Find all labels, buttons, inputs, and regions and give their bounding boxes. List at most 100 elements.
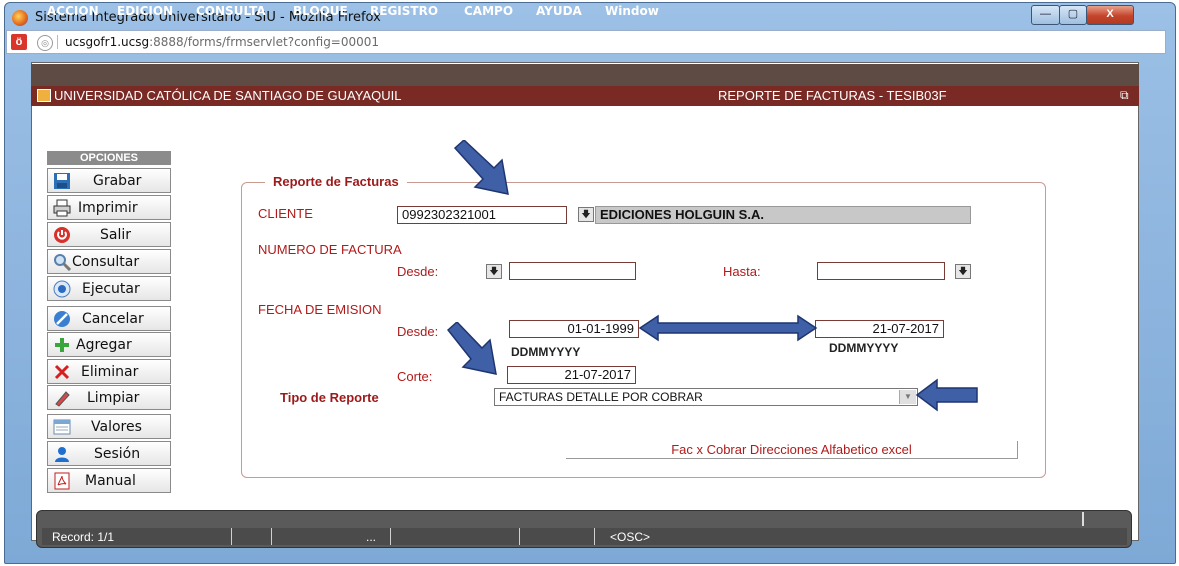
list-values-icon <box>53 419 71 435</box>
fecha-emision-label: FECHA DE EMISION <box>258 302 382 317</box>
maximize-button[interactable]: ▢ <box>1059 5 1087 25</box>
page-icon: ö <box>11 34 27 50</box>
menu-ayuda[interactable]: AYUDA <box>536 4 582 18</box>
ejecutar-label: Ejecutar <box>82 281 140 297</box>
numero-factura-label: NUMERO DE FACTURA <box>258 242 402 257</box>
fecha-desde-label: Desde: <box>397 324 439 339</box>
record-indicator: Record: 1/1 <box>52 530 115 544</box>
eraser-icon <box>55 391 70 407</box>
annotation-arrow-cliente-icon <box>453 140 509 195</box>
manual-label: Manual <box>85 473 136 489</box>
eliminar-button[interactable]: Eliminar <box>47 359 171 384</box>
university-name: UNIVERSIDAD CATÓLICA DE SANTIAGO DE GUAY… <box>54 88 402 103</box>
annotation-double-arrow-icon <box>638 314 818 342</box>
cancelar-button[interactable]: Cancelar <box>47 306 171 331</box>
cliente-label: CLIENTE <box>258 206 313 221</box>
power-icon <box>54 227 70 243</box>
menu-window[interactable]: Window <box>605 4 659 18</box>
pdf-icon <box>54 472 70 490</box>
close-button[interactable]: X <box>1086 5 1134 25</box>
menu-bloque[interactable]: BLOQUE <box>293 4 348 18</box>
cliente-name-field: EDICIONES HOLGUIN S.A. <box>595 206 971 224</box>
numero-hasta-field[interactable] <box>817 262 945 280</box>
user-icon <box>55 447 69 462</box>
status-separator <box>594 528 595 545</box>
status-separator <box>390 528 391 545</box>
menu-bar <box>31 64 1139 86</box>
group-title: Reporte de Facturas <box>265 174 407 189</box>
cliente-lov-button[interactable]: 🡇 <box>578 207 594 222</box>
save-icon <box>54 173 70 189</box>
fecha-hasta-format: DDMMYYYY <box>829 341 899 355</box>
agregar-label: Agregar <box>76 337 132 353</box>
numero-hasta-label: Hasta: <box>723 264 761 279</box>
numero-desde-label: Desde: <box>397 264 439 279</box>
menu-edicion[interactable]: EDICION <box>117 4 173 18</box>
valores-label: Valores <box>91 419 142 435</box>
numero-desde-field[interactable] <box>509 262 636 280</box>
printer-icon <box>53 199 71 217</box>
imprimir-label: Imprimir <box>78 200 138 216</box>
execute-icon <box>53 280 71 298</box>
url-bar[interactable]: ö ◎ ucsgofr1.ucsg:8888/forms/frmservlet?… <box>6 30 1166 54</box>
sesion-label: Sesión <box>94 446 141 462</box>
ejecutar-button[interactable]: Ejecutar <box>47 276 171 301</box>
menu-registro[interactable]: REGISTRO <box>370 4 438 18</box>
app-icon <box>37 89 51 102</box>
cliente-field[interactable]: 0992302321001 <box>397 206 567 224</box>
minimize-button[interactable]: — <box>1031 5 1060 25</box>
tipo-reporte-label: Tipo de Reporte <box>280 390 379 405</box>
numero-desde-lov-button[interactable]: 🡇 <box>486 264 502 279</box>
magnifier-icon <box>54 254 71 271</box>
status-scroll-indicator <box>1082 512 1084 526</box>
corte-field[interactable]: 21-07-2017 <box>507 366 636 384</box>
menu-consulta[interactable]: CONSULTA <box>196 4 266 18</box>
status-inner <box>42 528 1127 545</box>
firefox-icon <box>12 10 28 26</box>
grabar-label: Grabar <box>93 173 142 189</box>
status-dots: ... <box>366 530 377 544</box>
consultar-button[interactable]: Consultar <box>47 249 171 274</box>
menu-campo[interactable]: CAMPO <box>464 4 513 18</box>
consultar-label: Consultar <box>72 254 140 270</box>
delete-x-icon <box>54 364 70 380</box>
fecha-hasta-field[interactable]: 21-07-2017 <box>815 320 944 338</box>
imprimir-button[interactable]: Imprimir <box>47 195 171 220</box>
corte-label: Corte: <box>397 369 433 384</box>
salir-label: Salir <box>100 227 132 243</box>
url-text[interactable]: ucsgofr1.ucsg:8888/forms/frmservlet?conf… <box>65 35 379 49</box>
manual-button[interactable]: Manual <box>47 468 171 493</box>
status-separator <box>271 528 272 545</box>
url-path: :8888/forms/frmservlet?config=00001 <box>149 35 380 49</box>
options-title: OPCIONES <box>47 151 171 165</box>
cancelar-label: Cancelar <box>82 311 144 327</box>
url-separator <box>57 35 58 49</box>
salir-button[interactable]: Salir <box>47 222 171 247</box>
globe-icon: ◎ <box>37 35 53 51</box>
agregar-button[interactable]: Agregar <box>47 332 171 357</box>
cancel-icon <box>54 311 70 327</box>
chevron-down-icon[interactable]: ▼ <box>899 390 916 404</box>
status-separator <box>231 528 232 545</box>
fecha-desde-format: DDMMYYYY <box>511 345 581 359</box>
grabar-button[interactable]: Grabar <box>47 168 171 193</box>
limpiar-button[interactable]: Limpiar <box>47 385 171 410</box>
menu-accion[interactable]: ACCION <box>47 4 99 18</box>
tipo-reporte-value: FACTURAS DETALLE POR COBRAR <box>499 390 703 404</box>
limpiar-label: Limpiar <box>87 390 140 406</box>
form-title: REPORTE DE FACTURAS - TESIB03F <box>718 88 947 103</box>
osc-indicator: <OSC> <box>610 530 651 544</box>
annotation-arrow-tipo-icon <box>915 378 978 412</box>
fecha-desde-field[interactable]: 01-01-1999 <box>509 320 639 338</box>
fac-cobrar-excel-button[interactable]: Fac x Cobrar Direcciones Alfabetico exce… <box>566 441 1018 459</box>
valores-button[interactable]: Valores <box>47 414 171 439</box>
title-bar: Sistema Integrado Universitario - SIU - … <box>5 3 1175 33</box>
numero-hasta-lov-button[interactable]: 🡇 <box>955 264 971 279</box>
restore-icon[interactable]: ⧉ <box>1120 88 1129 103</box>
plus-icon <box>55 338 69 352</box>
status-separator <box>519 528 520 545</box>
tipo-reporte-select[interactable]: FACTURAS DETALLE POR COBRAR ▼ <box>494 388 918 406</box>
eliminar-label: Eliminar <box>81 364 139 380</box>
sesion-button[interactable]: Sesión <box>47 441 171 466</box>
url-host: ucsgofr1.ucsg <box>65 35 150 49</box>
